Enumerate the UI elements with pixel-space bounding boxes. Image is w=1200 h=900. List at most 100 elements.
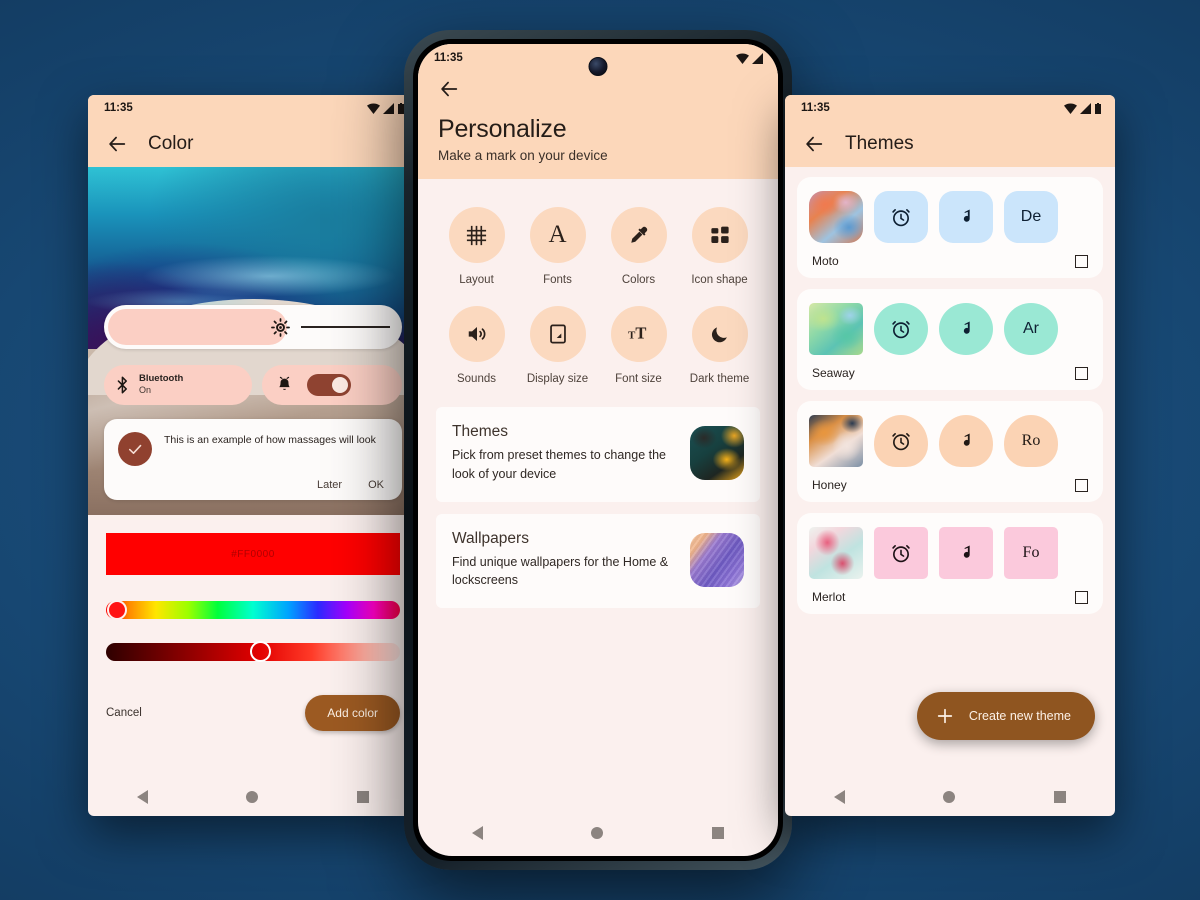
lightness-slider[interactable] [106,641,400,662]
grid-item-display-size[interactable]: Display size [517,306,598,385]
theme-checkbox-moto[interactable] [1075,254,1088,268]
add-color-button[interactable]: Add color [305,695,400,731]
bluetooth-tile-state: On [139,385,152,396]
themes-thumbnail [690,426,744,481]
picker-action-row: Cancel Add color [88,661,418,731]
grid-item-colors[interactable]: Colors [598,207,679,286]
center-status-time: 11:35 [434,52,463,64]
wifi-icon [367,102,380,114]
left-navigation-bar [88,778,418,816]
svg-text:T: T [635,324,646,343]
nav-back-icon[interactable] [137,790,149,804]
theme-thumbnail-moto [809,191,863,243]
signal-icon [752,52,763,64]
signal-icon [1080,102,1091,114]
grid-item-sounds[interactable]: Sounds [436,306,517,385]
nav-back-icon[interactable] [834,790,846,804]
back-arrow-icon[interactable] [438,78,460,100]
hue-slider[interactable] [106,600,400,620]
center-phone-frame: 11:35 Personalize Make a mark on your de… [404,30,792,870]
lightness-slider-handle[interactable] [250,641,272,662]
back-arrow-icon[interactable] [106,133,128,155]
theme-name-merlot: Merlot [812,590,846,604]
grid-item-dark-theme[interactable]: Dark theme [679,306,760,385]
wallpaper-background: 11:35 Color Bluetooth On This is an exam… [0,0,1200,900]
color-picker: #FF0000 [88,515,418,662]
grid-item-font-size[interactable]: TT Font size [598,306,679,385]
theme-icon-alarm-honey [874,415,928,467]
grid-label-layout: Layout [459,274,494,286]
center-status-icons [736,52,764,64]
hue-slider-handle[interactable] [107,600,127,620]
personalize-icon-grid: Layout A Fonts Colors Icon shape Sounds … [418,179,778,407]
wallpapers-card[interactable]: Wallpapers Find unique wallpapers for th… [436,513,760,608]
nav-recents-icon[interactable] [356,791,369,803]
nav-home-icon[interactable] [246,791,259,803]
grid-item-icon-shape[interactable]: Icon shape [679,207,760,286]
bluetooth-icon [117,376,127,394]
brightness-slider[interactable] [104,305,402,349]
theme-checkbox-honey[interactable] [1075,478,1088,492]
grid-label-font-size: Font size [615,373,662,385]
theme-name-moto: Moto [812,254,839,268]
grid-label-display-size: Display size [526,373,589,385]
right-page-title: Themes [845,133,914,154]
plus-icon [937,708,953,724]
theme-icon-alarm-moto [874,191,928,243]
nav-home-icon[interactable] [943,791,956,803]
alarm-toggle[interactable] [307,374,352,396]
grid-label-colors: Colors [621,274,656,286]
cancel-button[interactable]: Cancel [106,707,142,719]
theme-initials-seaway: Ar [1023,320,1039,337]
theme-thumbnail-merlot [809,527,863,579]
left-status-time: 11:35 [104,102,133,114]
brightness-sun-icon [270,317,290,337]
right-status-bar: 11:35 [785,95,1115,121]
bluetooth-tile[interactable]: Bluetooth On [104,365,253,405]
theme-card-honey[interactable]: Ro Honey [797,401,1103,502]
theme-icon-initials-merlot: Fo [1004,527,1058,579]
themes-card[interactable]: Themes Pick from preset themes to change… [436,407,760,502]
alarm-clock-icon [892,545,910,563]
theme-checkbox-seaway[interactable] [1075,366,1088,380]
themes-card-title: Themes [452,423,508,440]
message-later-button[interactable]: Later [317,479,342,491]
wallpapers-thumbnail [690,532,744,587]
back-arrow-icon[interactable] [803,133,825,155]
colors-eyedropper-icon [610,207,667,263]
brightness-slider-row [104,305,402,349]
alarm-clock-icon [892,433,910,451]
color-swatch[interactable]: #FF0000 [106,533,400,575]
themes-list: De Moto Ar Seaway Ro Honey Fo Merlot [785,167,1115,614]
nav-recents-icon[interactable] [1053,791,1066,803]
icon-shape-squares-icon [691,207,748,263]
wifi-icon [736,52,749,64]
theme-thumbnail-seaway [809,303,863,355]
message-ok-button[interactable]: OK [368,479,384,491]
left-app-bar: Color [88,121,418,167]
create-new-theme-button[interactable]: Create new theme [916,692,1095,740]
grid-label-sounds: Sounds [456,373,496,385]
theme-initials-moto: De [1020,208,1042,225]
nav-home-icon[interactable] [591,827,604,839]
music-note-icon [963,209,970,222]
theme-checkbox-merlot[interactable] [1075,590,1088,604]
left-page-title: Color [148,133,194,154]
nav-back-icon[interactable] [472,826,484,840]
dark-theme-moon-icon [691,306,748,362]
theme-icon-music-merlot [939,527,993,579]
theme-card-merlot[interactable]: Fo Merlot [797,513,1103,614]
theme-initials-honey: Ro [1021,432,1041,449]
front-camera-icon [588,57,608,76]
theme-icon-initials-honey: Ro [1004,415,1058,467]
nav-recents-icon[interactable] [711,827,724,839]
alarm-tile[interactable] [262,365,402,405]
wifi-icon [1064,102,1077,114]
grid-item-fonts[interactable]: A Fonts [517,207,598,286]
theme-card-seaway[interactable]: Ar Seaway [797,289,1103,390]
grid-item-layout[interactable]: Layout [436,207,517,286]
theme-card-moto[interactable]: De Moto [797,177,1103,278]
theme-icon-initials-seaway: Ar [1004,303,1058,355]
right-phone-themes-screen: 11:35 Themes De Moto Ar Seaway Ro Honey … [785,95,1115,816]
center-navigation-bar [418,814,778,852]
